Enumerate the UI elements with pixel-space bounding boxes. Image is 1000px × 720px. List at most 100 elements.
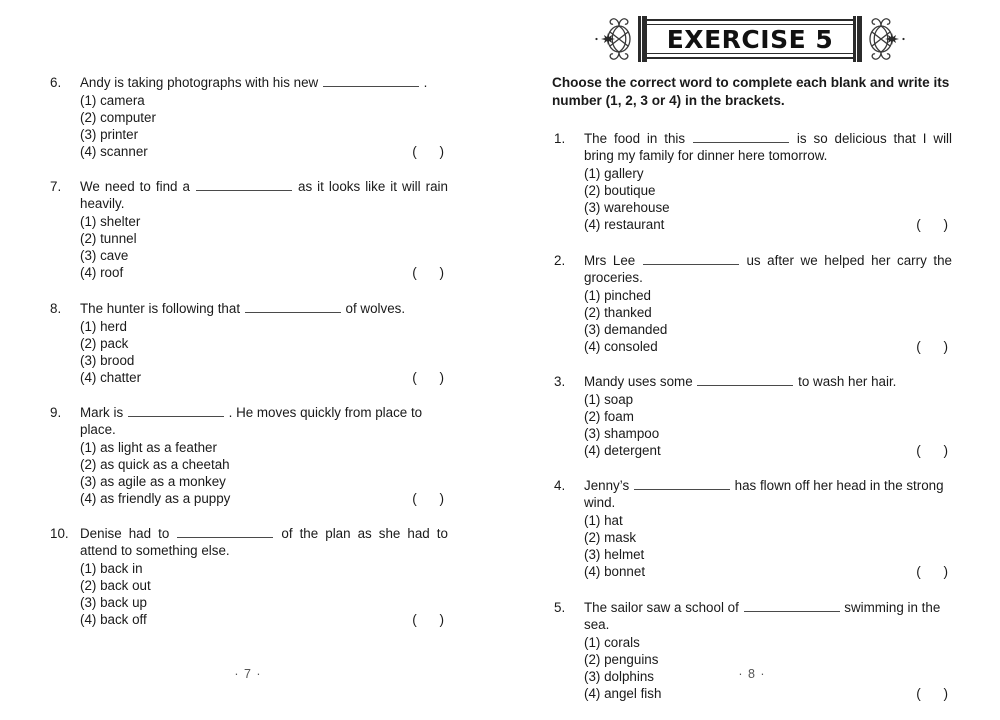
option-item[interactable]: (3) as agile as a monkey xyxy=(80,473,448,490)
option-item[interactable]: (3) cave xyxy=(80,247,448,264)
option-label: (2) pack xyxy=(80,335,129,351)
option-label: (3) cave xyxy=(80,248,129,264)
option-list: (1) pinched (2) thanked (3) demanded (4) co… xyxy=(552,287,952,355)
option-item[interactable]: (2) foam xyxy=(584,408,952,425)
option-item[interactable]: (2) back out xyxy=(80,577,448,594)
option-item[interactable]: (4) angel fish ( ) xyxy=(584,685,952,702)
option-item[interactable]: (3) helmet xyxy=(584,546,952,563)
answer-blank[interactable] xyxy=(177,537,274,539)
question-stem: The sailor saw a school of swimming in t… xyxy=(584,599,952,633)
question-stem: Mark is . He moves quickly from place to… xyxy=(80,404,448,438)
option-item[interactable]: (2) tunnel xyxy=(80,230,448,247)
answer-brackets[interactable]: ( ) xyxy=(916,563,952,580)
option-item[interactable]: (1) gallery xyxy=(584,165,952,182)
option-label: (1) camera xyxy=(80,93,145,109)
question-item: 8. The hunter is following that of wolves… xyxy=(48,300,448,386)
option-item[interactable]: (1) shelter xyxy=(80,213,448,230)
option-item[interactable]: (4) chatter ( ) xyxy=(80,369,448,386)
answer-blank[interactable] xyxy=(244,311,341,313)
option-item[interactable]: (1) hat xyxy=(584,512,952,529)
option-item[interactable]: (4) scanner ( ) xyxy=(80,143,448,160)
option-label: (2) as quick as a cheetah xyxy=(80,457,230,472)
option-item[interactable]: (2) penguins xyxy=(584,651,952,668)
question-stem-row: 7. We need to find a as it looks like it … xyxy=(48,178,448,212)
option-item[interactable]: (1) as light as a feather xyxy=(80,439,448,456)
option-item[interactable]: (3) printer xyxy=(80,126,448,143)
option-item[interactable]: (1) pinched xyxy=(584,287,952,304)
answer-brackets[interactable]: ( ) xyxy=(916,338,952,355)
stem-text-before-blank: Denise had to xyxy=(80,526,170,542)
banner-title-plate: EXERCISE 5 xyxy=(646,19,854,59)
answer-blank[interactable] xyxy=(195,190,292,192)
option-item[interactable]: (1) corals xyxy=(584,634,952,651)
answer-blank[interactable] xyxy=(642,263,739,265)
option-label: (2) tunnel xyxy=(80,231,137,247)
answer-blank[interactable] xyxy=(127,415,224,417)
question-item: 5. The sailor saw a school of swimming in… xyxy=(552,599,952,702)
option-item[interactable]: (4) as friendly as a puppy ( ) xyxy=(80,490,448,507)
option-item[interactable]: (4) detergent ( ) xyxy=(584,442,952,459)
answer-brackets[interactable]: ( ) xyxy=(412,490,448,507)
option-item[interactable]: (2) thanked xyxy=(584,304,952,321)
banner-end-bar-right xyxy=(853,16,863,62)
answer-brackets[interactable]: ( ) xyxy=(412,264,448,281)
option-item[interactable]: (1) camera xyxy=(80,92,448,109)
answer-blank[interactable] xyxy=(322,86,419,87)
option-label: (4) as friendly as a puppy xyxy=(80,491,231,507)
question-stem-row: 5. The sailor saw a school of swimming in… xyxy=(552,599,952,633)
answer-blank[interactable] xyxy=(697,385,794,386)
answer-brackets[interactable]: ( ) xyxy=(412,143,448,160)
option-item[interactable]: (3) demanded xyxy=(584,321,952,338)
option-item[interactable]: (1) back in xyxy=(80,560,448,577)
option-item[interactable]: (2) pack xyxy=(80,335,448,352)
question-stem: Denise had to of the plan as she had to … xyxy=(80,525,448,559)
question-number: 3. xyxy=(554,374,566,389)
exercise-banner: EXERCISE 5 xyxy=(540,12,960,66)
option-item[interactable]: (3) warehouse xyxy=(584,199,952,216)
option-list: (1) herd (2) pack (3) brood (4) chatter ( ) xyxy=(48,318,448,386)
answer-blank[interactable] xyxy=(693,142,790,144)
answer-blank[interactable] xyxy=(633,489,730,491)
answer-brackets[interactable]: ( ) xyxy=(916,442,952,459)
option-item[interactable]: (2) boutique xyxy=(584,182,952,199)
option-item[interactable]: (1) herd xyxy=(80,318,448,335)
answer-blank[interactable] xyxy=(743,610,840,612)
option-item[interactable]: (3) brood xyxy=(80,352,448,369)
option-item[interactable]: (3) back up xyxy=(80,594,448,611)
option-item[interactable]: (2) computer xyxy=(80,109,448,126)
scroll-flourish-right-icon xyxy=(869,18,905,60)
question-stem: The food in this is so delicious that I … xyxy=(584,130,952,164)
option-list: (1) soap (2) foam (3) shampoo (4) detergent… xyxy=(552,391,952,459)
option-label: (1) hat xyxy=(584,513,623,529)
option-item[interactable]: (3) shampoo xyxy=(584,425,952,442)
option-item[interactable]: (1) soap xyxy=(584,391,952,408)
option-list: (1) hat (2) mask (3) helmet (4) bonnet ( ) xyxy=(552,512,952,580)
question-number: 1. xyxy=(554,131,566,147)
option-label: (3) demanded xyxy=(584,321,668,337)
answer-brackets[interactable]: ( ) xyxy=(916,216,952,233)
floral-sprig-right-icon xyxy=(885,33,905,45)
option-item[interactable]: (4) roof ( ) xyxy=(80,264,448,281)
banner-inner: EXERCISE 5 xyxy=(594,13,907,65)
option-label: (2) back out xyxy=(80,578,151,594)
answer-brackets[interactable]: ( ) xyxy=(412,611,448,628)
question-stem-row: 8. The hunter is following that of wolves… xyxy=(48,300,448,317)
option-item[interactable]: (2) mask xyxy=(584,529,952,546)
answer-brackets[interactable]: ( ) xyxy=(412,369,448,386)
question-item: 7. We need to find a as it looks like it … xyxy=(48,178,448,281)
option-item[interactable]: (4) consoled ( ) xyxy=(584,338,952,355)
option-item[interactable]: (4) restaurant ( ) xyxy=(584,216,952,233)
option-label: (3) printer xyxy=(80,127,139,143)
option-label: (4) bonnet xyxy=(584,564,646,580)
answer-brackets[interactable]: ( ) xyxy=(916,685,952,702)
option-item[interactable]: (2) as quick as a cheetah xyxy=(80,456,448,473)
stem-text-before-blank: The hunter is following that xyxy=(80,300,241,316)
question-stem-row: 1. The food in this is so delicious that … xyxy=(552,130,952,164)
option-item[interactable]: (4) bonnet ( ) xyxy=(584,563,952,580)
option-label: (1) soap xyxy=(584,392,634,408)
scroll-flourish-left-icon xyxy=(595,18,631,60)
option-label: (1) gallery xyxy=(584,166,644,182)
option-item[interactable]: (4) back off ( ) xyxy=(80,611,448,628)
question-stem-row: 6. Andy is taking photographs with his ne… xyxy=(48,74,448,91)
stem-text-before-blank: Andy is taking photographs with his new xyxy=(80,75,319,90)
